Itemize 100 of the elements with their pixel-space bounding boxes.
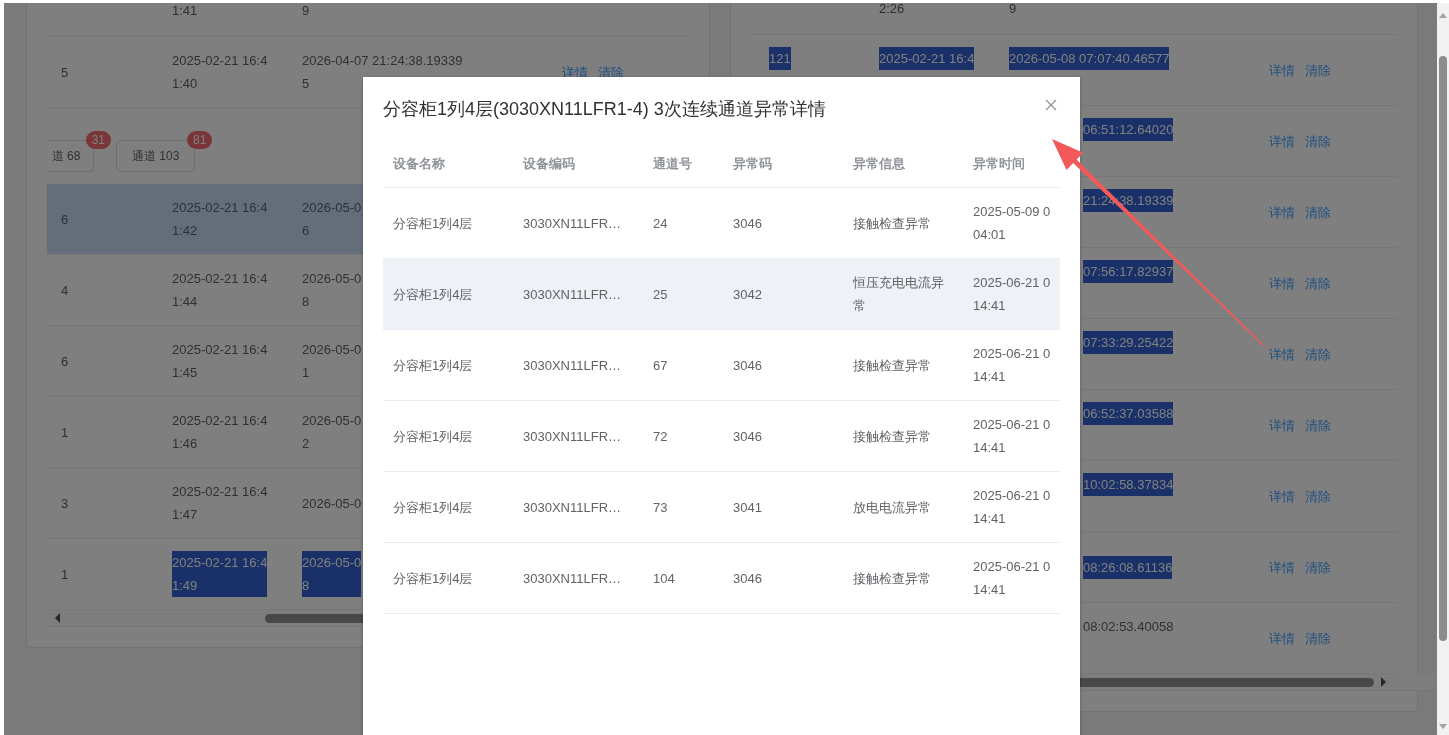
start-time: 2025-02-21 16:4	[879, 47, 975, 70]
row-number: 4	[61, 281, 69, 300]
row-number: 6	[61, 352, 69, 371]
table-cell-text: 3046	[732, 214, 763, 233]
table-cell-text: 2025-06-21 0 14:41	[972, 487, 1052, 528]
start-time: 2025-02-21 16:4 1:40	[172, 52, 268, 93]
end-time: 9	[1009, 3, 1017, 18]
end-time: 2026-05-0 8	[302, 551, 362, 597]
table-cell-text: 2025-06-21 0 14:41	[972, 274, 1052, 315]
table-cell-text: 24	[652, 214, 669, 233]
end-time: 2026-05-0 1	[302, 341, 362, 382]
end-time: 2026-05-0 2	[302, 412, 362, 453]
table-cell-text: 2025-06-21 0 14:41	[972, 416, 1052, 457]
table-cell-text: 3030XN11LFR…	[522, 498, 623, 517]
action-link[interactable]: 清除	[1305, 626, 1331, 650]
table-cell-text: 分容柜1列4层	[392, 214, 474, 233]
action-link[interactable]: 详情	[1269, 271, 1295, 295]
start-time: 2025-02-21 16:4 1:46	[172, 412, 268, 453]
action-link[interactable]: 详情	[1269, 484, 1295, 508]
table-cell-text: 分容柜1列4层	[392, 285, 474, 304]
column-header: 通道号	[652, 155, 693, 173]
end-time: 08:02:53.40058	[1083, 618, 1174, 636]
action-link[interactable]: 清除	[1305, 484, 1331, 508]
table-cell-text: 分容柜1列4层	[392, 569, 474, 588]
column-header: 异常时间	[972, 155, 1026, 173]
start-time: 2025-02-21 16:4 1:49	[172, 551, 268, 597]
row-number: 5	[61, 63, 69, 82]
scrollbar[interactable]	[1437, 3, 1449, 735]
table-cell-text: 72	[652, 427, 669, 446]
table-cell-text: 2025-06-21 0 14:41	[972, 558, 1052, 599]
end-time: 06:52:37.03588	[1083, 402, 1174, 425]
end-time: 07:33:29.25422	[1083, 331, 1174, 354]
action-link[interactable]: 详情	[1269, 342, 1295, 366]
start-time: 2025-02-21 16:4 1:44	[172, 270, 268, 311]
action-link[interactable]: 清除	[1305, 342, 1331, 366]
table-cell-text: 接触检查异常	[852, 356, 932, 375]
table-cell-text: 3030XN11LFR…	[522, 214, 623, 233]
count-badge: 31	[85, 131, 111, 149]
action-link[interactable]: 详情	[1269, 129, 1295, 153]
action-link[interactable]: 详情	[1269, 413, 1295, 437]
action-link[interactable]: 清除	[1305, 200, 1331, 224]
end-time: 08:26:08.61136	[1083, 555, 1173, 579]
table-cell-text: 73	[652, 498, 669, 517]
row-number: 1	[61, 565, 69, 584]
column-header: 异常码	[732, 155, 773, 173]
table-cell-text: 25	[652, 285, 669, 304]
end-time: 07:56:17.82937	[1083, 260, 1174, 283]
table-cell-text: 放电电流异常	[852, 498, 932, 517]
table-cell-text: 104	[652, 569, 676, 588]
end-time: 2026-05-0 8	[302, 270, 362, 311]
start-time: 1:41	[172, 3, 198, 20]
end-time: 06:51:12.64020	[1083, 118, 1174, 141]
start-time: 2:26	[879, 3, 905, 18]
table-cell-text: 3030XN11LFR…	[522, 356, 623, 375]
action-link[interactable]: 清除	[1305, 413, 1331, 437]
table-cell-text: 3030XN11LFR…	[522, 569, 623, 588]
table-cell-text: 接触检查异常	[852, 569, 932, 588]
action-link[interactable]: 详情	[1269, 555, 1295, 579]
end-time: 2026-05-08 07:07:40.46577	[1009, 47, 1170, 70]
end-time: 2026-05-0	[302, 494, 362, 513]
table-cell-text: 3046	[732, 427, 763, 446]
table-cell-text: 分容柜1列4层	[392, 427, 474, 446]
action-link[interactable]: 详情	[1269, 58, 1295, 82]
table-cell-text: 接触检查异常	[852, 427, 932, 446]
tab[interactable]: 道 68	[47, 140, 94, 172]
table-cell-text: 3046	[732, 356, 763, 375]
column-header: 设备名称	[392, 155, 446, 173]
dialog-title: 分容柜1列4层(3030XN11LFR1-4) 3次连续通道异常详情	[383, 98, 826, 121]
action-link[interactable]: 详情	[1269, 626, 1295, 650]
table-cell-text: 2025-05-09 0 04:01	[972, 203, 1052, 244]
action-link[interactable]: 清除	[1305, 555, 1331, 579]
table-cell-text: 3046	[732, 569, 763, 588]
action-link[interactable]: 详情	[1269, 200, 1295, 224]
row-number: 1	[61, 423, 69, 442]
table-cell-text: 2025-06-21 0 14:41	[972, 345, 1052, 386]
row-number: 6	[61, 210, 69, 229]
table-cell-text: 接触检查异常	[852, 214, 932, 233]
table-cell-text: 分容柜1列4层	[392, 498, 474, 517]
start-time: 2025-02-21 16:4 1:42	[172, 199, 268, 240]
table-cell-text: 3030XN11LFR…	[522, 427, 623, 446]
close-icon[interactable]	[1045, 99, 1057, 111]
action-link[interactable]: 清除	[1305, 129, 1331, 153]
end-time: 2026-05-0 6	[302, 199, 362, 240]
row-number: 121	[769, 47, 791, 70]
count-badge: 81	[187, 131, 213, 149]
row-number: 3	[61, 494, 69, 513]
table-cell-text: 3041	[732, 498, 763, 517]
column-header: 异常信息	[852, 155, 906, 173]
end-time: 10:02:58.37834	[1083, 473, 1174, 496]
column-header: 设备编码	[522, 155, 576, 173]
end-time: 2026-04-07 21:24:38.19339 5	[302, 52, 463, 93]
action-link[interactable]: 清除	[1305, 271, 1331, 295]
table-cell-text: 恒压充电电流异常	[852, 274, 945, 315]
table-cell-text: 分容柜1列4层	[392, 356, 474, 375]
start-time: 2025-02-21 16:4 1:47	[172, 483, 268, 524]
table-cell-text: 3030XN11LFR…	[522, 285, 623, 304]
start-time: 2025-02-21 16:4 1:45	[172, 341, 268, 382]
table-cell-text: 67	[652, 356, 669, 375]
action-link[interactable]: 清除	[1305, 58, 1331, 82]
table-cell-text: 3042	[732, 285, 763, 304]
